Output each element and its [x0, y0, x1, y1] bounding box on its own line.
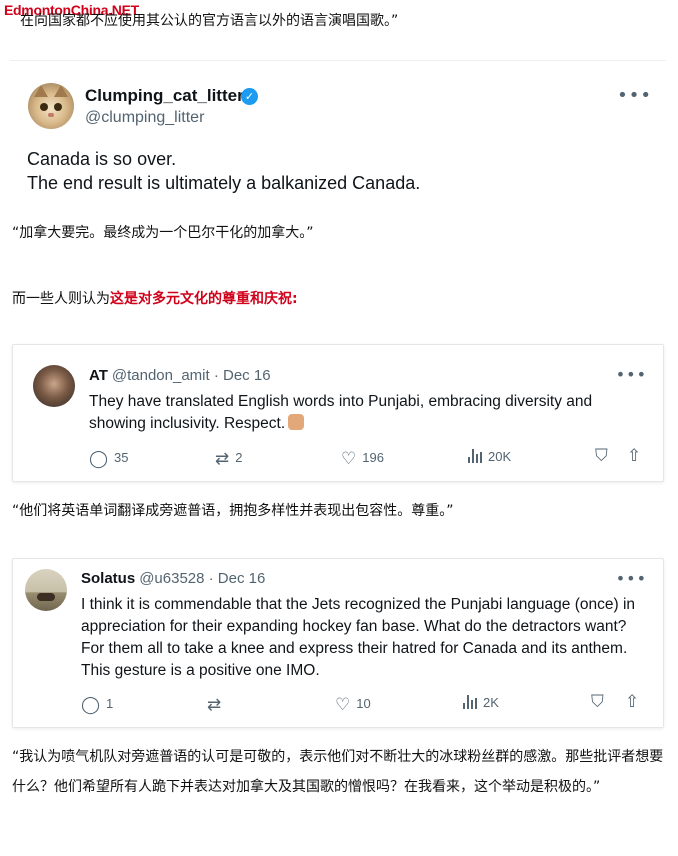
tweet-text: Canada is so over. The end result is ult… — [27, 147, 420, 195]
like-count: 10 — [356, 696, 371, 711]
transition-text: 而一些人则认为这是对多元文化的尊重和庆祝: — [12, 288, 298, 308]
author-name[interactable]: AT — [89, 367, 108, 384]
retweet-button[interactable]: ⇄ 2 — [215, 449, 242, 469]
like-count: 196 — [362, 450, 384, 465]
analytics-icon — [463, 695, 477, 709]
retweet-count: 2 — [235, 450, 243, 465]
avatar[interactable] — [28, 83, 74, 129]
translation-1: “加拿大要完。最终成为一个巴尔干化的加拿大。” — [12, 225, 314, 241]
view-count: 2K — [483, 695, 499, 710]
author-handle[interactable]: @clumping_litter — [85, 109, 204, 127]
tweet-text-line-1: Canada is so over. — [27, 149, 177, 169]
reply-icon: ◯ — [89, 449, 109, 468]
tweet-header: AT @tandon_amit · Dec 16 — [89, 367, 271, 384]
analytics-icon — [468, 449, 482, 463]
reply-count: 1 — [106, 696, 114, 711]
share-icon[interactable]: ⇧ — [625, 692, 639, 712]
author-name[interactable]: Clumping_cat_litter — [85, 86, 244, 106]
retweet-icon: ⇄ — [207, 695, 222, 714]
tweet-body: They have translated English words into … — [89, 393, 593, 432]
views-button[interactable]: 20K — [468, 449, 511, 464]
retweet-button[interactable]: ⇄ — [207, 695, 227, 715]
tweet-text: They have translated English words into … — [89, 391, 645, 435]
avatar[interactable] — [25, 569, 67, 611]
translation-3: “我认为喷气机队对旁遮普语的认可是可敬的，表示他们对不断壮大的冰球粉丝群的感激。… — [12, 749, 664, 795]
reply-button[interactable]: ◯ 35 — [89, 449, 129, 469]
verified-check-icon: ✓ — [241, 88, 258, 105]
like-button[interactable]: ♡ 10 — [335, 695, 371, 715]
bookmark-icon[interactable]: ⛉ — [595, 446, 608, 466]
author-handle-date[interactable]: @tandon_amit · Dec 16 — [112, 367, 271, 384]
tweet-clumping-cat-litter: Clumping_cat_litter ✓ @clumping_litter •… — [10, 60, 666, 211]
bookmark-icon[interactable]: ⛉ — [591, 692, 604, 712]
view-count: 20K — [488, 449, 512, 464]
reply-count: 35 — [114, 450, 129, 465]
tweet-solatus: Solatus @u63528 · Dec 16 ••• I think it i… — [12, 558, 664, 728]
more-options-icon[interactable]: ••• — [617, 85, 652, 106]
author-name[interactable]: Solatus — [81, 570, 135, 587]
intro-quote: 在向国家都不应使用其公认的官方语言以外的语言演唱国歌。” — [20, 13, 399, 29]
more-options-icon[interactable]: ••• — [616, 365, 647, 384]
translation-2: “他们将英语单词翻译成旁遮普语，拥抱多样性并表现出包容性。尊重。” — [12, 503, 454, 519]
views-button[interactable]: 2K — [463, 695, 499, 710]
share-icon[interactable]: ⇧ — [627, 446, 641, 466]
tweet-text-line-2: The end result is ultimately a balkanize… — [27, 173, 421, 193]
reply-icon: ◯ — [81, 695, 101, 714]
tweet-at: AT @tandon_amit · Dec 16 ••• They have tr… — [12, 344, 664, 482]
tweet-text: I think it is commendable that the Jets … — [81, 596, 636, 679]
retweet-icon: ⇄ — [215, 449, 230, 468]
heart-icon: ♡ — [335, 695, 351, 714]
transition-highlight: 这是对多元文化的尊重和庆祝: — [110, 291, 298, 307]
transition-prefix: 而一些人则认为 — [12, 291, 110, 307]
more-options-icon[interactable]: ••• — [616, 569, 647, 588]
avatar[interactable] — [33, 365, 75, 407]
heart-icon: ♡ — [341, 449, 357, 468]
raised-fist-icon — [288, 414, 305, 430]
like-button[interactable]: ♡ 196 — [341, 449, 384, 469]
tweet-header: Solatus @u63528 · Dec 16 — [81, 570, 265, 587]
reply-button[interactable]: ◯ 1 — [81, 695, 113, 715]
author-handle-date[interactable]: @u63528 · Dec 16 — [139, 570, 265, 587]
